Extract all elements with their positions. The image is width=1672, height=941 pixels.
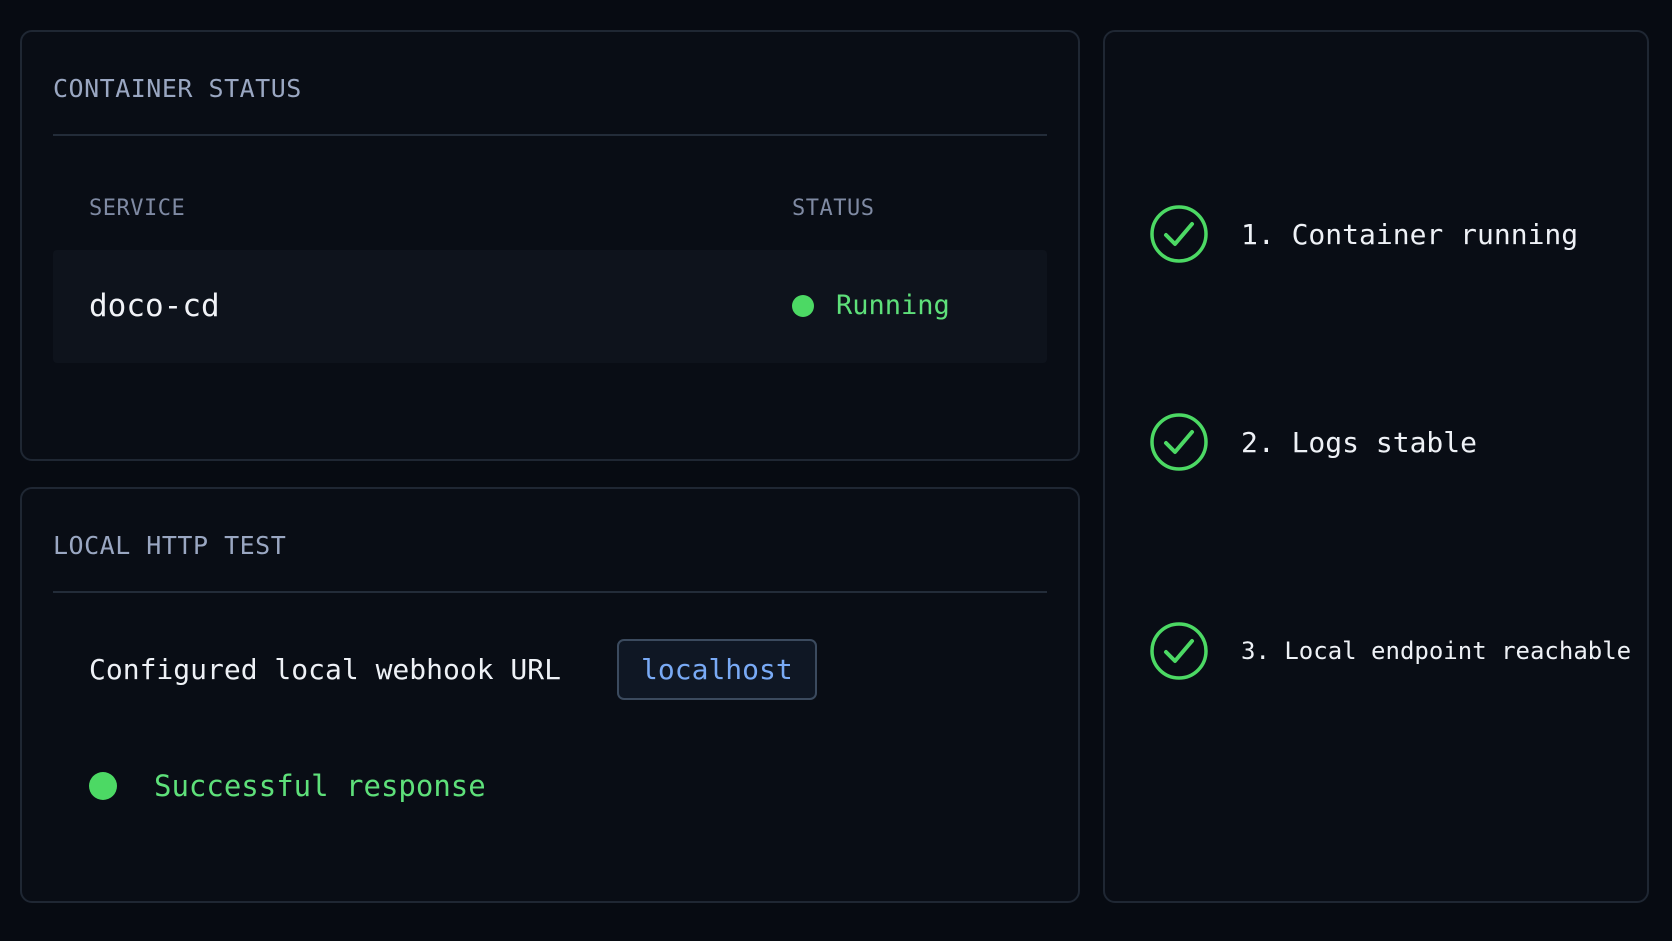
status-dot-icon	[792, 294, 814, 317]
webhook-url-row: Configured local webhook URL localhost	[89, 639, 817, 700]
http-result-text: Successful response	[154, 769, 486, 803]
check-item-container-running: 1. Container running	[1149, 202, 1578, 266]
check-circle-icon	[1150, 205, 1208, 263]
container-status-title: CONTAINER STATUS	[53, 74, 302, 103]
check-item-endpoint-reachable: 3. Local endpoint reachable	[1149, 619, 1631, 683]
local-http-test-title: LOCAL HTTP TEST	[53, 531, 287, 560]
container-status-panel: CONTAINER STATUS SERVICE STATUS doco-cd …	[20, 30, 1080, 461]
service-name: doco-cd	[89, 288, 220, 324]
column-header-service: SERVICE	[89, 196, 186, 221]
check-circle-icon	[1150, 622, 1208, 680]
container-status-divider	[53, 134, 1047, 136]
webhook-url-chip[interactable]: localhost	[617, 639, 817, 700]
http-test-divider	[53, 591, 1047, 593]
column-header-status: STATUS	[792, 196, 875, 221]
checklist-panel: 1. Container running 2. Logs stable 3. L…	[1103, 30, 1649, 903]
check-item-logs-stable: 2. Logs stable	[1149, 410, 1477, 474]
check-label: 1. Container running	[1241, 217, 1579, 251]
http-result-row: Successful response	[89, 769, 486, 803]
success-dot-icon	[89, 772, 117, 800]
table-row[interactable]: doco-cd Running	[53, 250, 1047, 363]
check-label: 2. Logs stable	[1241, 425, 1478, 459]
status-cell: Running	[792, 290, 950, 321]
webhook-url-label: Configured local webhook URL	[89, 653, 562, 686]
status-text: Running	[836, 290, 950, 321]
check-circle-icon	[1150, 413, 1208, 471]
local-http-test-panel: LOCAL HTTP TEST Configured local webhook…	[20, 487, 1080, 903]
check-label: 3. Local endpoint reachable	[1241, 637, 1632, 665]
